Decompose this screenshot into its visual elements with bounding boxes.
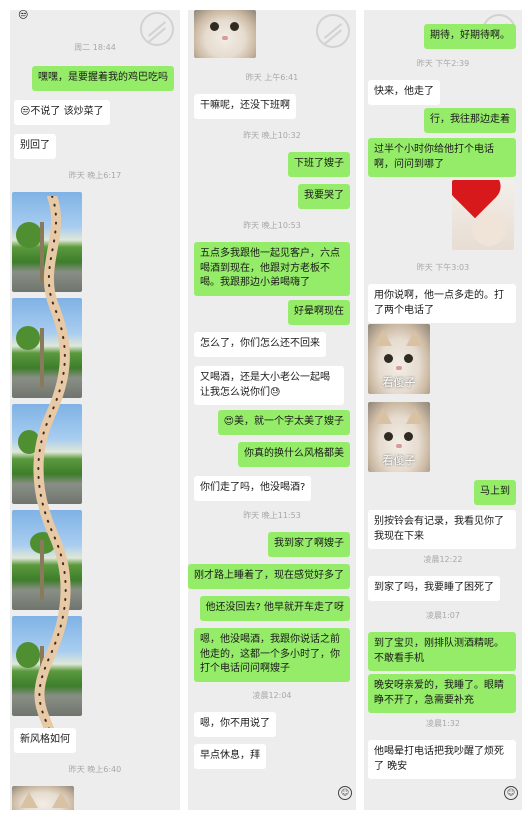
message-bubble-sent[interactable]: 下班了嫂子 — [288, 152, 350, 177]
message-bubble-received[interactable]: 早点休息，拜 — [194, 744, 266, 769]
sticker-caption: 看傻子 — [382, 376, 416, 389]
message-bubble-sent[interactable]: 马上到 — [474, 480, 516, 505]
message-bubble-received[interactable]: 你们走了吗，他没喝酒? — [194, 476, 312, 501]
message-bubble-received[interactable]: 怎么了，你们怎么还不回来 — [194, 332, 326, 357]
message-bubble-sent[interactable]: 你真的换什么风格都美 — [238, 442, 350, 467]
message-bubble-sent[interactable]: 过半个小时你给他打个电话啊，问问到哪了 — [368, 138, 516, 177]
cat-sticker[interactable]: 看傻子 — [368, 402, 430, 472]
message-bubble-sent[interactable]: 行，我往那边走着 — [424, 108, 516, 133]
cat-sticker[interactable]: 看傻子 — [368, 324, 430, 394]
message-bubble-sent[interactable]: 我要哭了 — [298, 184, 350, 209]
watermark-icon — [140, 12, 174, 46]
message-bubble-sent[interactable]: 到了宝贝，刚排队测酒精呢。不敢看手机 — [368, 632, 516, 671]
timestamp: 昨天 下午3:03 — [416, 263, 470, 272]
timestamp: 昨天 晚上11:53 — [243, 511, 301, 520]
message-bubble-received[interactable]: 干嘛呢，还没下班啊 — [194, 94, 296, 119]
message-bubble-sent[interactable]: 嘿嘿，是要握着我的鸡巴吃吗 — [32, 66, 174, 91]
smiley-icon[interactable]: ☺ — [338, 786, 352, 800]
message-bubble-sent[interactable]: 😍美，就一个字太美了嫂子 — [217, 410, 350, 435]
message-bubble-received[interactable]: 用你说啊，他一点多走的。打了两个电话了 — [368, 284, 516, 323]
message-bubble-sent[interactable]: 刚才路上睡着了，现在感觉好多了 — [188, 564, 350, 589]
timestamp: 凌晨12:04 — [252, 691, 292, 700]
cat-sticker[interactable] — [12, 786, 74, 810]
message-bubble-received[interactable]: 快来，他走了 — [368, 80, 440, 105]
message-bubble-sent[interactable]: 期待，好期待啊。 — [424, 24, 516, 49]
sticker-caption: 看傻子 — [382, 454, 416, 467]
message-bubble-sent[interactable]: 五点多我跟他一起见客户，六点喝酒到现在，他跟对方老板不喝。我跟那边小弟喝嗨了 — [194, 242, 350, 296]
message-bubble-sent[interactable]: 他还没回去? 他早就开车走了呀 — [199, 596, 350, 621]
timestamp: 凌晨1:07 — [426, 611, 460, 620]
message-bubble-sent[interactable]: 我到家了啊嫂子 — [268, 532, 350, 557]
timestamp: 凌晨1:32 — [426, 719, 460, 728]
timestamp: 周二 18:44 — [74, 43, 116, 52]
chat-panel-right: 期待，好期待啊。 昨天 下午2:39 快来，他走了 行，我往那边走着 过半个小时… — [364, 10, 522, 810]
message-bubble-received[interactable]: 新风格如何 — [14, 728, 76, 753]
heart-sticker[interactable] — [452, 180, 514, 250]
chat-panel-left: 😒 周二 18:44 嘿嘿，是要握着我的鸡巴吃吗 😒不说了 该炒菜了 别回了 昨… — [10, 10, 180, 810]
message-bubble-sent[interactable]: 嗯，他没喝酒，我跟你说话之前他走的，这都一个多小时了，你打个电话问问啊嫂子 — [194, 628, 350, 682]
timestamp: 昨天 晚上6:40 — [68, 765, 122, 774]
censor-scribble — [33, 196, 71, 736]
chat-panel-middle: 昨天 上午6:41 干嘛呢，还没下班啊 昨天 晚上10:32 下班了嫂子 我要哭… — [188, 10, 356, 810]
smiley-icon[interactable]: ☺ — [504, 786, 518, 800]
message-bubble-received[interactable]: 别按铃会有记录，我看见你了我现在下来 — [368, 510, 516, 549]
message-bubble-received[interactable]: 别回了 — [14, 134, 56, 159]
timestamp: 凌晨12:22 — [423, 555, 463, 564]
message-bubble-received[interactable]: 又喝酒，还是大小老公一起喝 让我怎么说你们😓 — [194, 366, 344, 405]
message-bubble-received[interactable]: 到家了吗，我要睡了困死了 — [368, 576, 500, 601]
message-bubble-received[interactable]: 他喝晕打电话把我吵醒了烦死了 晚安 — [368, 740, 516, 779]
watermark-icon — [316, 14, 350, 48]
unamused-emoji: 😒 — [18, 10, 29, 21]
message-bubble-sent[interactable]: 好晕啊现在 — [288, 300, 350, 325]
message-bubble-received[interactable]: 嗯，你不用说了 — [194, 712, 276, 737]
timestamp: 昨天 晚上10:53 — [243, 221, 301, 230]
timestamp: 昨天 上午6:41 — [245, 73, 299, 82]
timestamp: 昨天 下午2:39 — [416, 59, 470, 68]
message-bubble-sent[interactable]: 晚安呀亲爱的，我睡了。眼睛睁不开了，急需要补充 — [368, 674, 516, 713]
message-bubble-received[interactable]: 😒不说了 该炒菜了 — [14, 100, 110, 125]
cat-sticker[interactable] — [194, 10, 256, 58]
timestamp: 昨天 晚上6:17 — [68, 171, 122, 180]
timestamp: 昨天 晚上10:32 — [243, 131, 301, 140]
